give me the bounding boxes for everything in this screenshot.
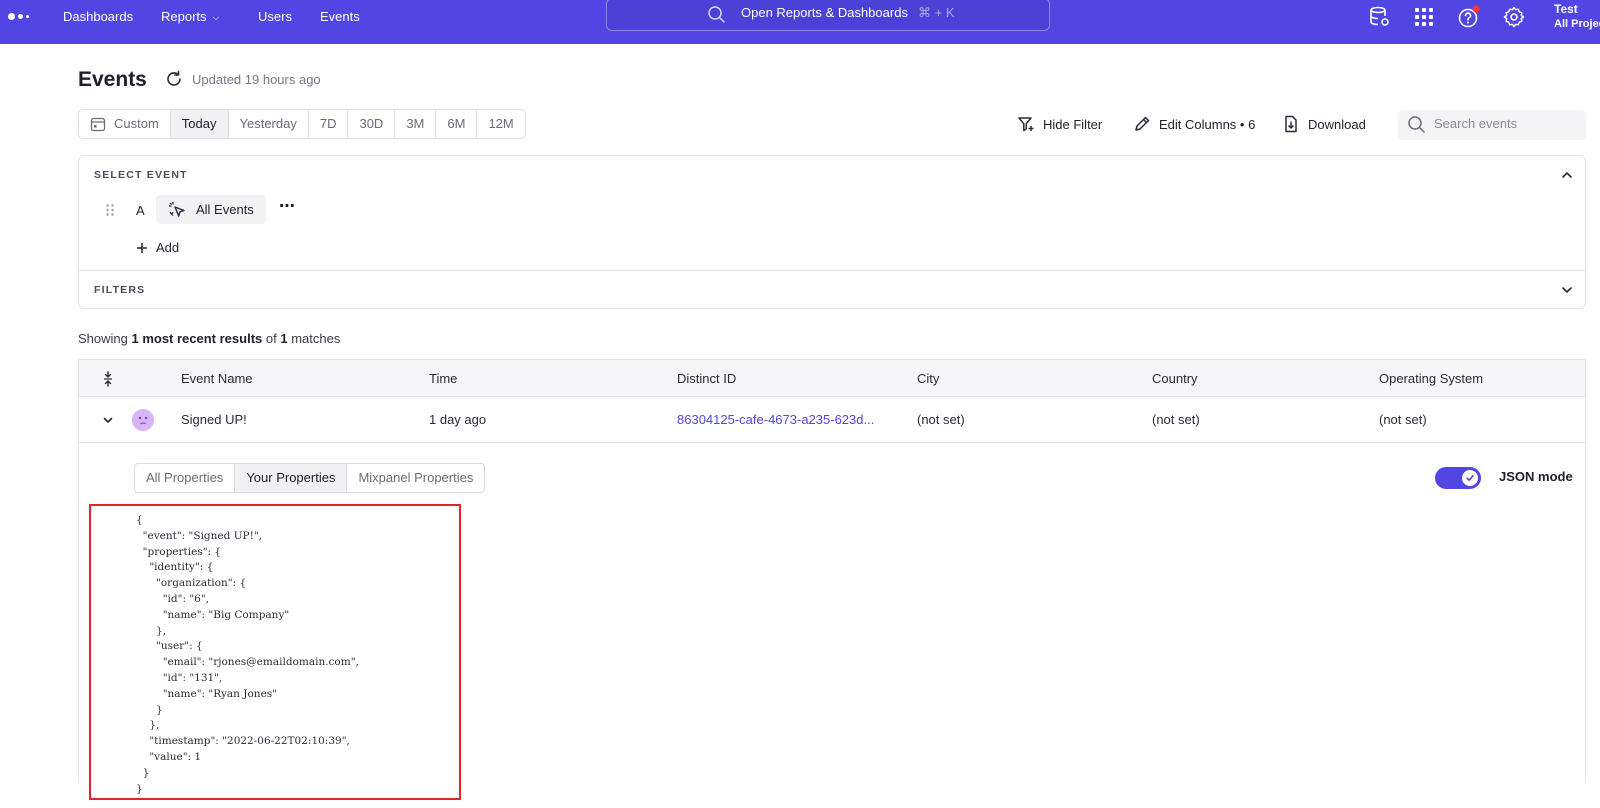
chevron-down-icon: ⌵ [212, 12, 220, 22]
cell-country: (not set) [1152, 412, 1200, 427]
chevron-up-icon[interactable] [1559, 167, 1575, 183]
date-option-custom-label: Custom [114, 116, 159, 131]
hide-filter-button[interactable]: Hide Filter [1017, 115, 1102, 133]
check-icon [1466, 475, 1474, 481]
download-label: Download [1308, 116, 1366, 132]
search-icon [1408, 116, 1425, 133]
add-event-button[interactable]: Add [136, 240, 179, 255]
cell-operating-system: (not set) [1379, 412, 1427, 427]
filter-icon [1018, 117, 1034, 132]
json-mode-label: JSON mode [1499, 469, 1573, 484]
column-header-time[interactable]: Time [429, 371, 457, 386]
tab-mixpanel-properties[interactable]: Mixpanel Properties [347, 464, 484, 492]
column-header-city[interactable]: City [917, 371, 939, 386]
user-avatar [132, 409, 154, 431]
page-title: Events [78, 68, 147, 91]
last-updated-text: Updated 19 hours ago [192, 72, 321, 87]
event-selector-chip[interactable]: All Events [156, 195, 266, 224]
omnibox-text: Open Reports & Dashboards [741, 5, 908, 20]
nav-events[interactable]: Events [320, 0, 360, 34]
nav-dashboards[interactable]: Dashboards [63, 0, 133, 34]
date-option-7d[interactable]: 7D [309, 110, 349, 138]
hide-filter-label: Hide Filter [1043, 116, 1103, 132]
chevron-down-icon[interactable] [102, 414, 114, 426]
mixpanel-logo[interactable] [8, 13, 29, 20]
date-option-today[interactable]: Today [170, 110, 229, 138]
cursor-click-icon [169, 201, 185, 217]
settings-gear-icon[interactable] [1502, 5, 1526, 29]
user-name: Test [1554, 2, 1578, 16]
edit-columns-button[interactable]: Edit Columns • 6 [1133, 115, 1255, 133]
download-button[interactable]: Download [1282, 115, 1366, 133]
date-option-yesterday[interactable]: Yesterday [229, 110, 309, 138]
cell-city: (not set) [917, 412, 965, 427]
date-option-custom[interactable]: Custom [79, 110, 171, 138]
json-highlight-box: { "event": "Signed UP!", "properties": {… [89, 504, 461, 800]
query-builder-panel: SELECT EVENT A All Events ⋯ Add FILTERS [78, 155, 1586, 309]
nav-users[interactable]: Users [258, 0, 292, 34]
plus-icon [137, 242, 147, 253]
cell-time: 1 day ago [429, 412, 487, 427]
chevron-down-icon[interactable] [1559, 282, 1575, 298]
omnibox-search[interactable]: Open Reports & Dashboards ⌘ + K [606, 0, 1050, 31]
event-details-panel: All Properties Your Properties Mixpanel … [78, 443, 1586, 800]
select-event-label: SELECT EVENT [94, 169, 188, 181]
avatar-face-icon [138, 416, 148, 425]
column-header-distinct-id[interactable]: Distinct ID [677, 371, 736, 386]
table-header: Event Name Time Distinct ID City Country… [78, 359, 1586, 397]
search-events-input[interactable] [1434, 116, 1579, 131]
apps-grid-icon[interactable] [1412, 5, 1436, 29]
search-icon [708, 6, 725, 23]
date-option-6m[interactable]: 6M [436, 110, 478, 138]
column-header-operating-system[interactable]: Operating System [1379, 371, 1483, 386]
results-match-count: 1 [280, 331, 288, 346]
drag-handle-icon[interactable] [105, 203, 115, 217]
date-range-picker: Custom Today Yesterday 7D 30D 3M 6M 12M [78, 109, 526, 139]
database-icon[interactable] [1368, 5, 1392, 29]
cell-event-name: Signed UP! [181, 412, 247, 427]
event-letter: A [136, 203, 145, 218]
download-icon [1285, 115, 1297, 133]
project-switcher[interactable]: Test All Projec [1554, 2, 1600, 30]
event-chip-label: All Events [196, 202, 254, 217]
cell-distinct-id-link[interactable]: 86304125-cafe-4673-a235-623d... [677, 412, 874, 427]
omnibox-shortcut: ⌘ + K [918, 5, 955, 20]
date-option-30d[interactable]: 30D [348, 110, 396, 138]
help-icon[interactable] [1457, 5, 1481, 29]
more-options-icon[interactable]: ⋯ [279, 196, 296, 216]
toggle-knob [1462, 470, 1478, 486]
pencil-icon [1135, 116, 1150, 131]
results-prefix: Showing [78, 331, 132, 346]
column-header-country[interactable]: Country [1152, 371, 1198, 386]
results-suffix: matches [287, 331, 341, 346]
table-row[interactable]: Signed UP! 1 day ago 86304125-cafe-4673-… [78, 397, 1586, 443]
search-events-box [1398, 110, 1586, 140]
tab-your-properties[interactable]: Your Properties [235, 464, 348, 492]
nav-reports-label: Reports [161, 9, 207, 24]
refresh-icon[interactable] [165, 70, 183, 88]
edit-columns-label: Edit Columns • 6 [1159, 116, 1256, 132]
json-mode-toggle[interactable] [1435, 467, 1481, 489]
calendar-icon [90, 117, 106, 132]
nav-reports[interactable]: Reports ⌵ [161, 0, 219, 34]
property-tabs: All Properties Your Properties Mixpanel … [134, 463, 486, 493]
panel-divider [79, 270, 1585, 271]
date-option-12m[interactable]: 12M [477, 110, 524, 138]
filters-label: FILTERS [94, 284, 146, 296]
results-count-text: 1 most recent results [131, 331, 263, 346]
add-event-label: Add [156, 240, 180, 255]
results-summary: Showing 1 most recent results of 1 match… [78, 331, 340, 346]
results-middle: of [262, 331, 281, 346]
column-header-event-name[interactable]: Event Name [181, 371, 253, 386]
project-name: All Projec [1554, 18, 1600, 30]
tab-all-properties[interactable]: All Properties [135, 464, 236, 492]
event-json-text: { "event": "Signed UP!", "properties": {… [136, 514, 359, 795]
top-navigation-bar: Dashboards Reports ⌵ Users Events Open Re… [0, 0, 1600, 44]
date-option-3m[interactable]: 3M [395, 110, 437, 138]
collapse-all-icon[interactable] [101, 371, 115, 387]
